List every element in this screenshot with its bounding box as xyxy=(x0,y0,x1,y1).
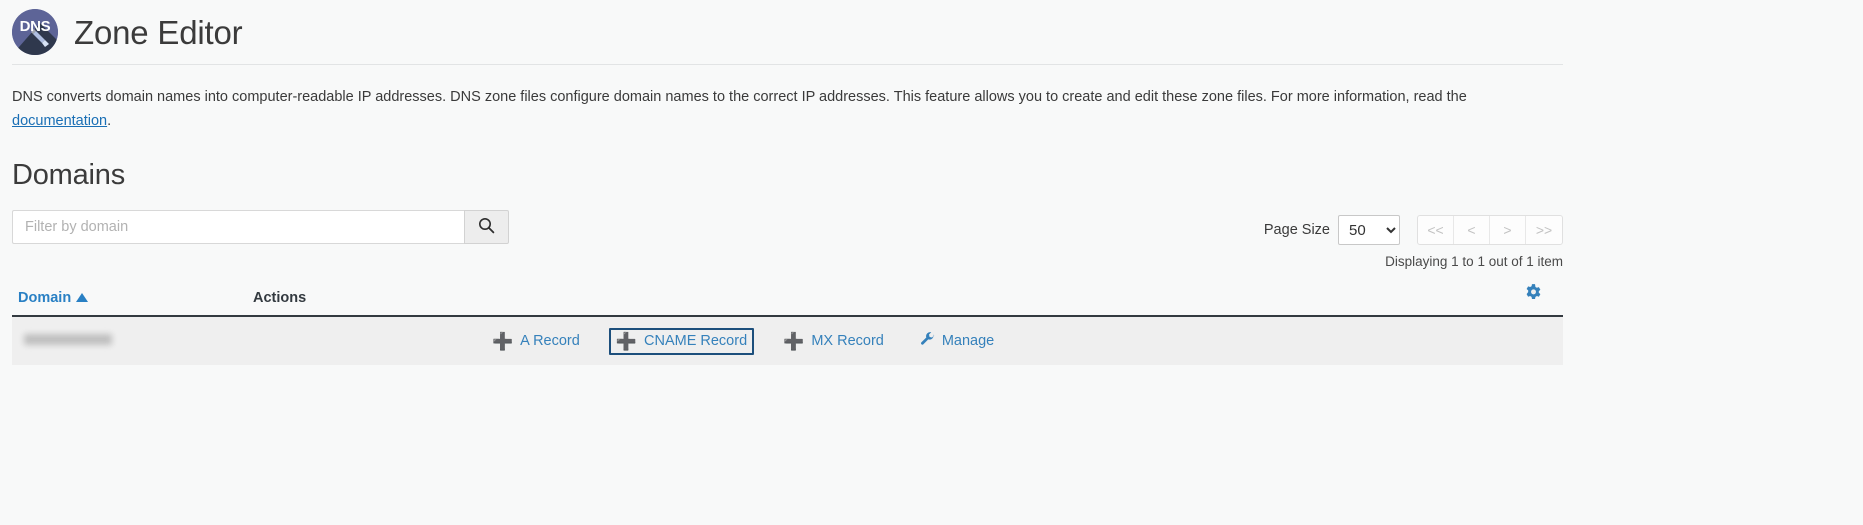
row-settings-cell xyxy=(1503,316,1563,365)
gear-icon xyxy=(1524,290,1543,305)
pagination-block: Page Size 50 << < > >> Displaying 1 to 1… xyxy=(1264,210,1563,269)
domain-filter-group xyxy=(12,210,509,244)
search-button[interactable] xyxy=(464,210,509,244)
zone-editor-page: DNS Zone Editor DNS converts domain name… xyxy=(0,0,1863,525)
page-size-select[interactable]: 50 xyxy=(1338,215,1400,245)
wrench-icon xyxy=(920,332,935,351)
sort-ascending-icon xyxy=(76,293,88,302)
manage-label: Manage xyxy=(942,333,994,349)
row-actions-list: ➕ A Record ➕ CNAME Record ➕ xyxy=(253,327,1503,356)
domain-sort-link[interactable]: Domain xyxy=(18,290,88,306)
pagination-next-button[interactable]: > xyxy=(1490,216,1526,244)
table-row: ➕ A Record ➕ CNAME Record ➕ xyxy=(12,316,1563,365)
add-cname-record-label: CNAME Record xyxy=(644,333,747,349)
page-header: DNS Zone Editor xyxy=(0,0,1863,56)
table-settings-button[interactable] xyxy=(1524,283,1543,302)
displaying-count-text: Displaying 1 to 1 out of 1 item xyxy=(1264,254,1563,269)
domains-table-wrapper: Domain Actions xyxy=(12,283,1563,365)
domains-section-title: Domains xyxy=(12,159,1863,192)
domains-table-head: Domain Actions xyxy=(12,283,1563,316)
search-icon xyxy=(478,217,495,237)
pagination-first-button[interactable]: << xyxy=(1418,216,1454,244)
domains-table: Domain Actions xyxy=(12,283,1563,365)
table-header-row: Domain Actions xyxy=(12,283,1563,316)
page-size-label: Page Size xyxy=(1264,222,1330,238)
domain-name-redacted xyxy=(24,334,112,345)
page-title: Zone Editor xyxy=(74,16,242,49)
plus-icon: ➕ xyxy=(492,333,513,350)
plus-icon: ➕ xyxy=(616,333,637,350)
domain-name-cell xyxy=(12,316,253,365)
description-text-before: DNS converts domain names into computer-… xyxy=(12,89,1467,105)
column-header-settings xyxy=(1503,283,1563,316)
table-controls-row: Page Size 50 << < > >> Displaying 1 to 1… xyxy=(0,210,1575,269)
column-header-actions: Actions xyxy=(253,283,1503,316)
pagination-prev-button[interactable]: < xyxy=(1454,216,1490,244)
column-header-domain: Domain xyxy=(12,283,253,316)
pagination-last-button[interactable]: >> xyxy=(1526,216,1562,244)
actions-column-label: Actions xyxy=(253,290,306,306)
pagination-row: Page Size 50 << < > >> xyxy=(1264,215,1563,245)
domain-filter-input[interactable] xyxy=(12,210,464,244)
manage-link[interactable]: Manage xyxy=(913,327,1001,356)
add-cname-record-link[interactable]: ➕ CNAME Record xyxy=(609,328,754,355)
description-text-after: . xyxy=(107,113,111,129)
row-actions-cell: ➕ A Record ➕ CNAME Record ➕ xyxy=(253,316,1503,365)
plus-icon: ➕ xyxy=(783,333,804,350)
page-description: DNS converts domain names into computer-… xyxy=(12,86,1557,133)
add-mx-record-label: MX Record xyxy=(811,333,884,349)
dns-zone-editor-icon: DNS xyxy=(12,9,58,55)
domain-column-label: Domain xyxy=(18,290,71,306)
dns-icon-label: DNS xyxy=(12,18,58,35)
pagination-buttons: << < > >> xyxy=(1417,215,1563,245)
add-a-record-link[interactable]: ➕ A Record xyxy=(485,328,587,355)
domains-table-body: ➕ A Record ➕ CNAME Record ➕ xyxy=(12,316,1563,365)
documentation-link[interactable]: documentation xyxy=(12,113,107,129)
add-mx-record-link[interactable]: ➕ MX Record xyxy=(776,328,891,355)
add-a-record-label: A Record xyxy=(520,333,580,349)
header-divider xyxy=(12,64,1563,65)
